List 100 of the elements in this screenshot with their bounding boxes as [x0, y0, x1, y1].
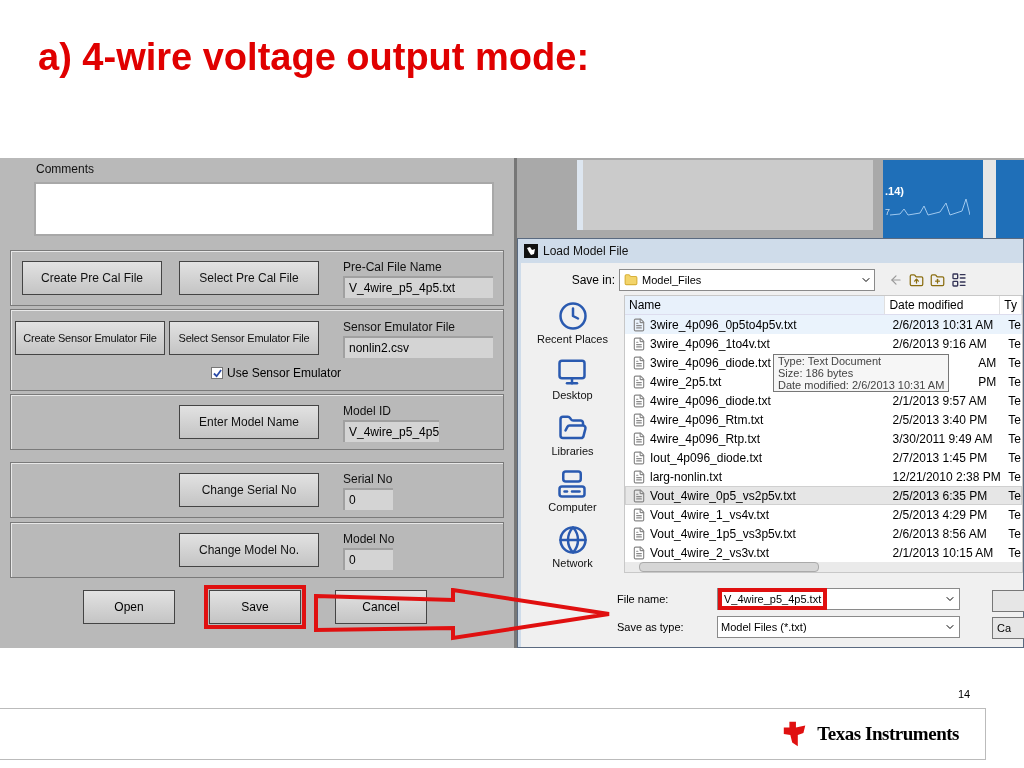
file-type: Te	[1007, 373, 1021, 391]
file-date: 2/1/2013 9:57 AM	[892, 392, 987, 410]
file-name[interactable]: 3wire_4p096_1to4v.txt	[650, 334, 770, 353]
panel-button[interactable]: Select Pre Cal File	[179, 261, 319, 295]
file-name[interactable]: 4wire_4p096_diode.txt	[650, 391, 771, 410]
file-name[interactable]: 3wire_4p096_0p5to4p5v.txt	[650, 315, 797, 334]
file-type: Te	[1007, 506, 1021, 524]
field-label: Sensor Emulator File	[343, 319, 457, 336]
file-name[interactable]: Vout_4wire_0p5_vs2p5v.txt	[650, 486, 796, 505]
panel-button[interactable]: Create Sensor Emulator File	[15, 321, 165, 355]
file-type: Te	[1007, 392, 1021, 410]
column-header[interactable]: Date modified	[885, 296, 1001, 314]
place-icon	[557, 469, 588, 499]
app-icon	[524, 244, 538, 258]
file-date: AM	[978, 354, 997, 372]
file-name[interactable]: 4wire_4p096_Rtp.txt	[650, 429, 761, 448]
file-row[interactable]: Vout_4wire_0p5_vs2p5v.txt 2/5/2013 6:35 PM Te	[625, 486, 1022, 505]
dialog-button[interactable]	[992, 590, 1024, 612]
file-name[interactable]: 3wire_4p096_diode.txt	[650, 353, 771, 372]
place-icon	[557, 301, 588, 331]
text-field[interactable]: 0	[343, 548, 393, 570]
tooltip-line: Type: Text Document	[778, 355, 883, 367]
file-date: 2/5/2013 4:29 PM	[892, 506, 988, 524]
file-name-label: File name:	[617, 591, 670, 607]
file-date: 2/5/2013 6:35 PM	[892, 487, 988, 505]
place-item[interactable]: Recent Places	[537, 301, 608, 353]
save-in-label: Save in:	[570, 272, 616, 289]
column-header[interactable]: Ty	[1000, 296, 1022, 314]
file-icon	[632, 450, 646, 465]
file-icon	[632, 526, 646, 541]
file-date: 3/30/2011 9:49 AM	[892, 430, 993, 448]
file-name[interactable]: 4wire_4p096_Rtm.txt	[650, 410, 764, 429]
file-icon	[632, 374, 646, 389]
place-item[interactable]: Libraries	[551, 413, 594, 465]
panel-button[interactable]: Save	[209, 590, 301, 624]
file-type: Te	[1007, 411, 1021, 429]
file-type: Te	[1007, 316, 1021, 334]
file-icon	[632, 336, 646, 351]
file-name[interactable]: Vout_4wire_1_vs4v.txt	[650, 505, 770, 524]
back-icon[interactable]	[889, 273, 903, 287]
horizontal-scrollbar[interactable]	[625, 562, 1022, 572]
file-icon	[632, 412, 646, 427]
save-type-label: Save as type:	[617, 619, 685, 635]
file-icon	[632, 355, 646, 370]
vertical-scrollbar[interactable]	[983, 160, 996, 238]
file-type: Te	[1007, 430, 1021, 448]
checkbox-label: Use Sensor Emulator	[227, 365, 342, 382]
field-label: Model ID	[343, 403, 393, 420]
file-name[interactable]: Iout_4p096_diode.txt	[650, 448, 763, 467]
comments-field[interactable]	[34, 182, 494, 236]
column-header[interactable]: Name	[625, 296, 886, 314]
text-field[interactable]: nonlin2.csv	[343, 336, 493, 358]
file-icon	[632, 507, 646, 522]
folder-dropdown[interactable]: Model_Files	[619, 269, 875, 291]
text-field[interactable]: V_4wire_p5_4p5	[343, 420, 439, 442]
panel-button[interactable]: Select Sensor Emulator File	[169, 321, 319, 355]
comments-label: Comments	[36, 161, 95, 178]
text-field[interactable]: 0	[343, 488, 393, 510]
field-label: Model No	[343, 531, 395, 548]
folder-icon	[624, 273, 638, 287]
file-row[interactable]: 3wire_4p096_0p5to4p5v.txt 2/6/2013 10:31 AM Te	[625, 315, 1022, 334]
panel-button[interactable]: Change Model No.	[179, 533, 319, 567]
page-number: 14	[958, 687, 971, 702]
place-item[interactable]: Network	[552, 525, 593, 577]
panel-button[interactable]: Enter Model Name	[179, 405, 319, 439]
file-icon	[632, 545, 646, 560]
panel-button[interactable]: Open	[83, 590, 175, 624]
panel-button[interactable]: Create Pre Cal File	[22, 261, 162, 295]
place-icon	[557, 525, 588, 555]
file-type: Te	[1007, 525, 1021, 543]
file-date: 2/6/2013 9:16 AM	[892, 335, 987, 353]
file-type-dropdown[interactable]: Model Files (*.txt)	[717, 616, 960, 638]
new-folder-icon[interactable]	[930, 272, 945, 288]
chart-label: .14)	[885, 186, 905, 197]
field-label: Pre-Cal File Name	[343, 259, 443, 276]
file-date: 2/5/2013 3:40 PM	[892, 411, 988, 429]
file-icon	[632, 488, 646, 503]
file-type: Te	[1007, 335, 1021, 353]
tooltip-line: Date modified: 2/6/2013 10:31 AM	[778, 379, 945, 391]
checkbox[interactable]	[211, 367, 223, 379]
file-date: PM	[978, 373, 997, 391]
logo-text: Texas Instruments	[817, 721, 959, 746]
folder-up-icon[interactable]	[909, 272, 924, 288]
file-name[interactable]: Vout_4wire_2_vs3v.txt	[650, 543, 770, 562]
dialog-button[interactable]: Ca	[992, 617, 1024, 639]
file-icon	[632, 469, 646, 484]
file-date: 2/1/2013 10:15 AM	[892, 544, 994, 562]
place-item[interactable]: Desktop	[552, 357, 593, 409]
file-name[interactable]: 4wire_2p5.txt	[650, 372, 722, 391]
view-menu-icon[interactable]	[951, 272, 967, 288]
file-name[interactable]: larg-nonlin.txt	[650, 467, 723, 486]
file-name[interactable]: Vout_4wire_1p5_vs3p5v.txt	[650, 524, 796, 543]
file-date: 2/6/2013 8:56 AM	[892, 525, 987, 543]
slide-title: a) 4-wire voltage output mode:	[38, 38, 591, 76]
place-item[interactable]: Computer	[548, 469, 597, 521]
panel-button[interactable]: Change Serial No	[179, 473, 319, 507]
file-icon	[632, 393, 646, 408]
file-type: Te	[1007, 449, 1021, 467]
file-date: 2/6/2013 10:31 AM	[892, 316, 994, 334]
text-field[interactable]: V_4wire_p5_4p5.txt	[343, 276, 493, 298]
